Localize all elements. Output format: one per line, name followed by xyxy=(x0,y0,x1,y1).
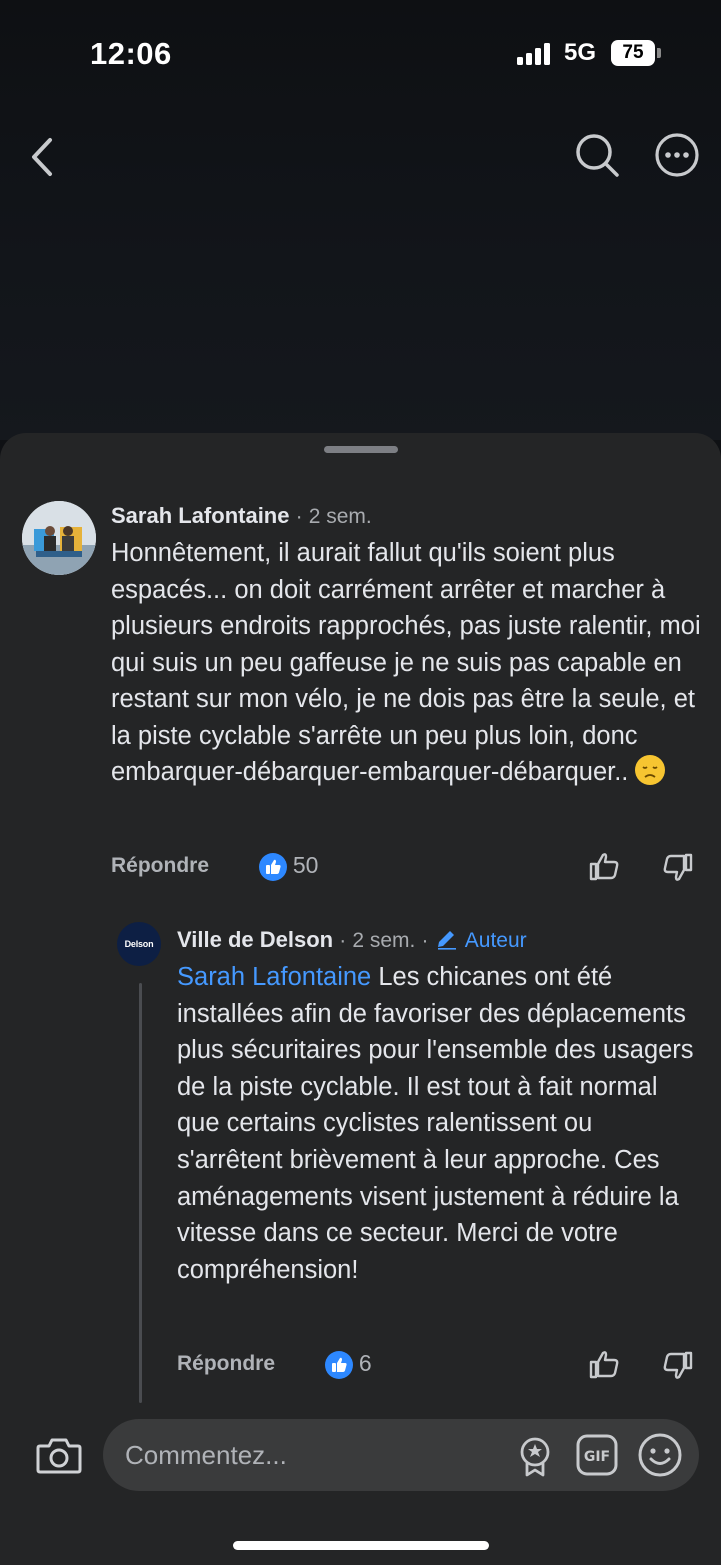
avatar-photo-icon xyxy=(22,501,96,575)
sheet-drag-handle[interactable] xyxy=(324,446,398,453)
search-icon[interactable] xyxy=(574,132,620,178)
comment-text: Honnêtement, il aurait fallut qu'ils soi… xyxy=(111,535,711,791)
back-icon[interactable] xyxy=(28,136,58,178)
network-type: 5G xyxy=(564,39,597,66)
pencil-icon xyxy=(437,931,456,950)
reply-meta: Ville de Delson · 2 sem. · Auteur xyxy=(177,927,527,953)
reply-actions: Répondre xyxy=(177,1352,275,1376)
thumbs-down-icon[interactable] xyxy=(661,851,695,885)
reply-text: Sarah Lafontaine Les chicanes ont été in… xyxy=(177,959,697,1288)
comment-actions: Répondre xyxy=(111,854,209,878)
reply-body: Les chicanes ont été installées afin de … xyxy=(177,963,694,1284)
like-count: 50 xyxy=(292,852,319,878)
home-indicator[interactable] xyxy=(233,1541,489,1550)
author-badge: Auteur xyxy=(464,929,527,952)
page-avatar[interactable]: Delson xyxy=(117,922,161,966)
mention-link[interactable]: Sarah Lafontaine xyxy=(177,963,371,991)
like-reaction-icon xyxy=(325,1351,353,1380)
gif-icon[interactable]: GIF xyxy=(576,1434,618,1476)
battery-tip xyxy=(657,48,661,58)
comment-likes[interactable]: 50 xyxy=(259,852,319,882)
meta-separator: · xyxy=(295,505,303,528)
comment-meta: Sarah Lafontaine · 2 sem. xyxy=(111,503,372,529)
comments-sheet: Sarah Lafontaine · 2 sem. Honnêtement, i… xyxy=(0,433,721,1565)
status-time: 12:06 xyxy=(90,36,172,71)
comment-author[interactable]: Sarah Lafontaine xyxy=(111,503,289,528)
like-count: 6 xyxy=(358,1350,372,1376)
comment-input-placeholder: Commentez... xyxy=(125,1440,287,1470)
avatar[interactable] xyxy=(22,501,96,575)
camera-icon[interactable] xyxy=(36,1434,82,1476)
reply-button[interactable]: Répondre xyxy=(111,854,209,877)
reply-likes[interactable]: 6 xyxy=(325,1350,372,1380)
thumbs-up-icon[interactable] xyxy=(587,1347,621,1381)
svg-text:GIF: GIF xyxy=(584,1449,610,1465)
meta-separator: · xyxy=(339,929,347,952)
like-reaction-icon xyxy=(259,853,287,882)
battery-icon: 75 xyxy=(611,40,655,66)
avatar-sticker-icon[interactable] xyxy=(513,1434,557,1478)
page-avatar-text: Delson xyxy=(124,939,154,949)
disappointed-face-icon xyxy=(635,755,666,785)
status-bar: 12:06 5G 75 xyxy=(0,0,721,105)
reply-author[interactable]: Ville de Delson xyxy=(177,927,333,952)
thread-line xyxy=(139,983,142,1403)
comment-age: 2 sem. xyxy=(308,505,372,528)
comment-body: Honnêtement, il aurait fallut qu'ils soi… xyxy=(111,539,701,786)
signal-icon xyxy=(517,43,553,65)
reply-age: 2 sem. xyxy=(352,929,416,952)
emoji-icon[interactable] xyxy=(637,1432,683,1478)
meta-separator-2: · xyxy=(421,929,429,952)
reply-button[interactable]: Répondre xyxy=(177,1352,275,1375)
thumbs-up-icon[interactable] xyxy=(587,849,621,883)
more-options-icon[interactable] xyxy=(654,132,700,178)
thumbs-down-icon[interactable] xyxy=(661,1349,695,1383)
